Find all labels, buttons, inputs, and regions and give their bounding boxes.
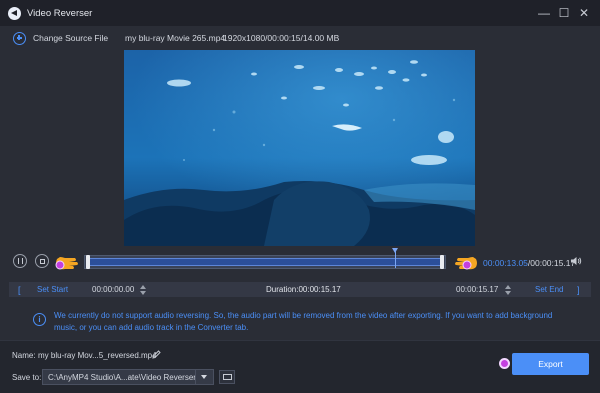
output-name-value: my blu-ray Mov...5_reversed.mp4 <box>38 351 157 360</box>
maximize-button[interactable]: ☐ <box>554 4 574 22</box>
selected-range <box>88 258 442 266</box>
app-reverse-icon <box>8 6 21 20</box>
end-trim-handle[interactable] <box>440 255 444 269</box>
end-time-field[interactable]: 00:00:15.17 <box>456 285 498 294</box>
title-bar: Video Reverser — ☐ ✕ <box>0 0 600 26</box>
folder-icon <box>223 374 232 380</box>
notice-text: We currently do not support audio revers… <box>54 311 553 332</box>
pencil-icon[interactable] <box>152 349 161 359</box>
end-time-stepper[interactable] <box>505 284 512 296</box>
trim-track[interactable] <box>84 248 446 269</box>
start-trim-handle[interactable] <box>86 255 90 269</box>
info-icon: i <box>33 313 46 326</box>
open-folder-button[interactable] <box>219 370 235 384</box>
set-end-button[interactable]: Set End <box>535 285 563 294</box>
source-file-meta: 1920x1080/00:00:15/14.00 MB <box>223 33 340 43</box>
step-badge <box>499 358 510 369</box>
volume-icon[interactable] <box>570 256 582 266</box>
output-panel: Name: my blu-ray Mov...5_reversed.mp4 Sa… <box>0 340 600 393</box>
set-start-button[interactable]: Set Start <box>37 285 68 294</box>
window-title: Video Reverser <box>27 7 93 19</box>
start-time-field[interactable]: 00:00:00.00 <box>92 285 134 294</box>
trim-settings-bar: [ Set Start 00:00:00.00 Duration:00:00:1… <box>9 282 591 297</box>
file-bar: Change Source File my blu-ray Movie 265.… <box>0 26 600 50</box>
current-time: 00:00:13.05 <box>483 258 528 268</box>
pause-button[interactable] <box>13 254 27 268</box>
change-source-file-button[interactable]: Change Source File <box>33 33 108 43</box>
plus-circle-icon[interactable] <box>13 31 26 45</box>
right-bracket: ] <box>577 284 580 295</box>
source-file-name: my blu-ray Movie 265.mp4 <box>125 33 226 43</box>
save-to-path: C:\AnyMP4 Studio\A...ate\Video Reverser <box>48 373 196 382</box>
stop-button[interactable] <box>35 254 49 268</box>
stop-icon <box>39 258 45 264</box>
export-button[interactable]: Export <box>512 353 589 375</box>
close-button[interactable]: ✕ <box>574 4 594 22</box>
left-bracket: [ <box>18 284 21 295</box>
save-to-select[interactable]: C:\AnyMP4 Studio\A...ate\Video Reverser <box>42 369 214 385</box>
player-controls: 00:00:13.05/00:00:15.17 <box>0 248 600 274</box>
total-time: /00:00:15.17 <box>527 258 576 268</box>
playhead[interactable] <box>395 250 396 268</box>
duration-text: Duration:00:00:15.17 <box>266 285 341 294</box>
pointer-hand-icon <box>455 257 477 270</box>
minimize-button[interactable]: — <box>534 4 554 22</box>
time-readout: 00:00:13.05/00:00:15.17 <box>483 258 575 268</box>
pointer-hand-icon <box>55 257 78 270</box>
pause-icon <box>17 258 23 264</box>
save-to-label: Save to: <box>12 373 42 382</box>
start-time-stepper[interactable] <box>140 284 147 296</box>
video-preview <box>124 50 475 246</box>
name-label: Name: <box>12 351 36 360</box>
window-controls: — ☐ ✕ <box>534 4 594 22</box>
chevron-down-icon[interactable] <box>195 370 213 384</box>
